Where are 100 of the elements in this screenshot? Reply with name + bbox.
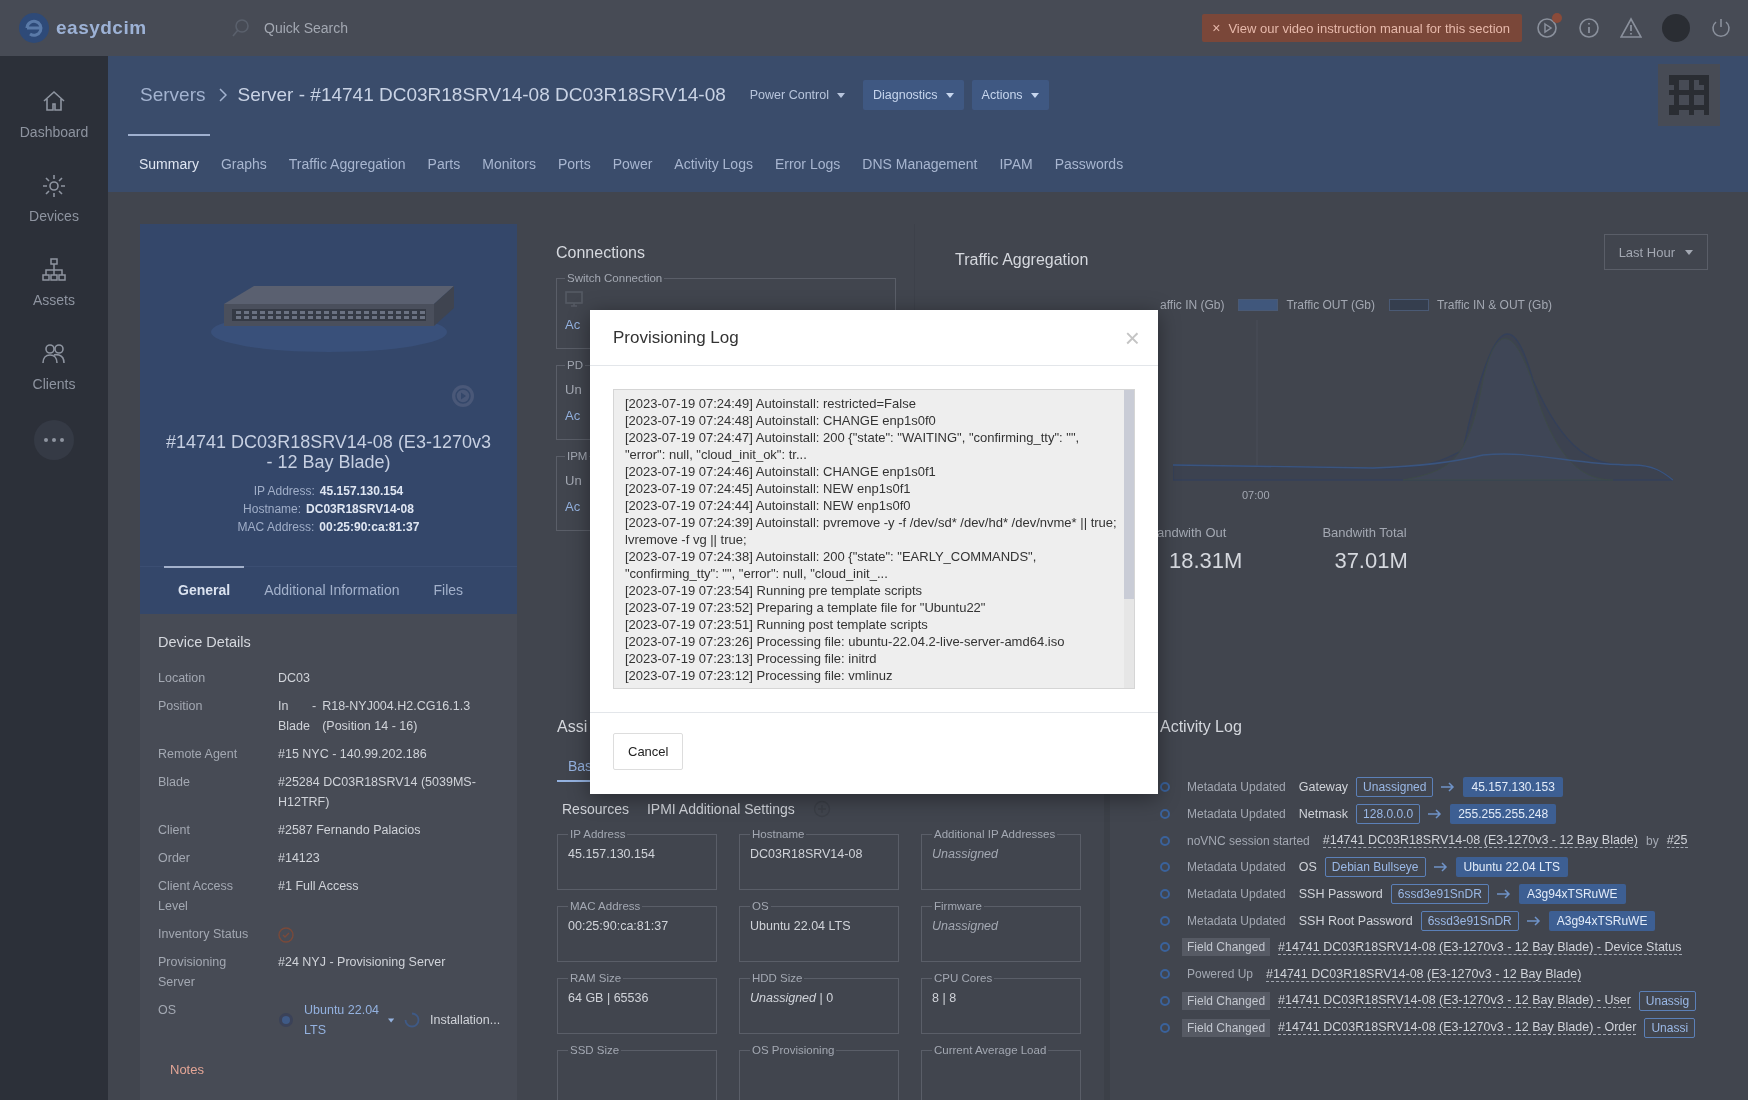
sidebar-item[interactable]: Assets — [0, 240, 108, 324]
timeline-dot — [1160, 889, 1170, 900]
timeline-dot — [1160, 969, 1170, 980]
field-name: Netmask — [1298, 807, 1349, 822]
detail-label: Order — [158, 850, 191, 867]
nav-tab[interactable]: Ports — [546, 134, 602, 192]
arrow-right-icon — [1441, 782, 1456, 793]
field-value: 8 | 8 — [932, 990, 958, 1007]
legend-label: Traffic OUT (Gb) — [1286, 298, 1375, 312]
device-title: #14741 DC03R18SRV14-08 (E3-1270v3 - 12 Bay Blade) — [165, 432, 492, 472]
device-link[interactable]: #14741 DC03R18SRV14-08 (E3-1270v3 - 12 Bay Blade) — [1266, 966, 1582, 982]
nav-tab[interactable]: Graphs — [209, 134, 278, 192]
action-link[interactable]: Ac — [565, 494, 581, 520]
nav-tab[interactable]: Passwords — [1043, 134, 1135, 192]
help-icon — [278, 1012, 294, 1028]
nav-tab[interactable]: Monitors — [471, 134, 547, 192]
caret-icon — [837, 92, 845, 98]
nav-tab[interactable]: Summary — [128, 134, 210, 192]
detail-label: Client Access Level — [158, 878, 235, 915]
sidebar-item[interactable]: Devices — [0, 156, 108, 240]
dropdown-button[interactable]: Actions — [971, 80, 1049, 110]
cancel-button[interactable]: Cancel — [613, 733, 684, 770]
detail-label: Client — [158, 822, 191, 839]
nav-tab[interactable]: DNS Management — [851, 134, 989, 192]
notes-link[interactable]: Notes — [158, 1062, 499, 1077]
chevron-icon — [219, 88, 228, 102]
new-value-tag: A3g94xTSRuWE — [1548, 910, 1656, 931]
log-textarea[interactable] — [613, 389, 1135, 689]
nav-tab[interactable]: Error Logs — [763, 134, 852, 192]
scrollbar-thumb[interactable] — [1124, 390, 1134, 599]
range-dropdown[interactable]: Last Hour — [1603, 234, 1708, 270]
detail-label: Location — [158, 670, 207, 687]
search-field[interactable]: Quick Search — [262, 19, 502, 37]
info-label: Hostname: — [243, 502, 302, 516]
stat-label: Bandwith Total — [1322, 525, 1408, 540]
by-text: by — [1646, 833, 1659, 848]
event-label: Powered Up — [1186, 966, 1255, 984]
breadcrumb-link[interactable]: Servers — [140, 84, 206, 106]
warning-button[interactable] — [1620, 17, 1642, 39]
event-label: Field Changed — [1182, 938, 1271, 957]
new-value-tag: A3g94xTSRuWE — [1518, 884, 1626, 905]
device-link[interactable]: #14741 DC03R18SRV14-08 (E3-1270v3 - 12 Bay Blade) - Order — [1278, 1020, 1637, 1036]
action-link[interactable]: Ac — [565, 403, 581, 429]
device-link[interactable]: #14741 DC03R18SRV14-08 (E3-1270v3 - 12 Bay Blade) — [1322, 833, 1638, 849]
sub-tab[interactable]: Resources — [562, 801, 629, 817]
nav-tab[interactable]: Activity Logs — [663, 134, 764, 192]
card-tab[interactable]: Additional Information — [250, 566, 414, 614]
device-link[interactable]: #14741 DC03R18SRV14-08 (E3-1270v3 - 12 Bay Blade) - User — [1278, 993, 1631, 1009]
logo-icon — [18, 12, 50, 44]
timeline-dot — [1160, 782, 1170, 793]
new-value-tag: Ubuntu 22.04 LTS — [1455, 857, 1569, 878]
field-name: OS — [1298, 860, 1317, 875]
banner-text: View our video instruction manual for this section — [1228, 20, 1510, 36]
arrow-right-icon — [1428, 809, 1443, 820]
dropdown-button[interactable]: Diagnostics — [863, 80, 964, 110]
dropdown-button[interactable]: Power Control — [739, 80, 855, 110]
legend-label: affic IN (Gb) — [1160, 298, 1225, 312]
action-link[interactable]: Ac — [565, 312, 581, 338]
detail-label: Position — [158, 698, 204, 715]
spinner-icon — [404, 1012, 420, 1028]
field-name: Gateway — [1298, 780, 1349, 795]
os-dropdown[interactable]: Ubuntu 22.04 LTS — [304, 1000, 394, 1040]
nav-tab[interactable]: Power — [601, 134, 664, 192]
info-button[interactable] — [1578, 17, 1600, 39]
field-value: Unassigned | 0 — [750, 990, 835, 1007]
card-tab[interactable]: Files — [419, 566, 478, 614]
play-circle-icon — [1536, 17, 1558, 39]
user-link[interactable]: #25 — [1666, 833, 1688, 849]
old-value-tag: 128.0.0.0 — [1356, 804, 1421, 825]
event-label: Metadata Updated — [1186, 806, 1287, 824]
old-value-tag: 6ssd3e91SnDR — [1420, 910, 1519, 931]
field-name: SSH Root Password — [1298, 913, 1413, 928]
arrow-right-icon — [1433, 862, 1448, 873]
sidebar-item[interactable]: Dashboard — [0, 72, 108, 156]
log-line: [2023-07-19 07:24:49] Autoinstall: restricted=False — [625, 395, 917, 412]
more-button[interactable] — [34, 420, 74, 460]
field-name: SSH Password — [1298, 887, 1383, 902]
stat-value: 37.01M — [1333, 548, 1408, 574]
sidebar-item[interactable]: Clients — [0, 324, 108, 408]
log-line: [2023-07-19 07:24:48] Autoinstall: CHANGE enp1s0f0 — [625, 412, 937, 429]
old-value-tag: 6ssd3e91SnDR — [1390, 884, 1489, 905]
detail-value: #1 Full Access — [278, 878, 360, 895]
field-value: DC03R18SRV14-08 — [750, 846, 864, 863]
power-button[interactable] — [1710, 17, 1732, 39]
hierarchy-icon — [40, 256, 68, 284]
nav-tab[interactable]: IPAM — [988, 134, 1044, 192]
detail-value: #25284 DC03R18SRV14 (5039MS-H12TRF) — [278, 774, 477, 811]
detail-value: DC03 — [278, 670, 311, 687]
info-label: IP Address: — [253, 484, 315, 498]
nav-tab[interactable]: Parts — [416, 134, 472, 192]
group-legend: IPM — [565, 450, 590, 462]
banner-close-button[interactable]: × — [1212, 20, 1221, 36]
user-avatar[interactable] — [1662, 14, 1690, 42]
gear-icon — [40, 172, 68, 200]
timeline-dot — [1160, 942, 1170, 953]
nav-tab[interactable]: Traffic Aggregation — [277, 134, 417, 192]
device-link[interactable]: #14741 DC03R18SRV14-08 (E3-1270v3 - 12 Bay Blade) - Device Status — [1278, 939, 1682, 955]
old-value-tag: Unassigned — [1356, 777, 1434, 798]
sub-tab[interactable]: IPMI Additional Settings — [646, 801, 795, 817]
detail-label: Blade — [158, 774, 191, 791]
